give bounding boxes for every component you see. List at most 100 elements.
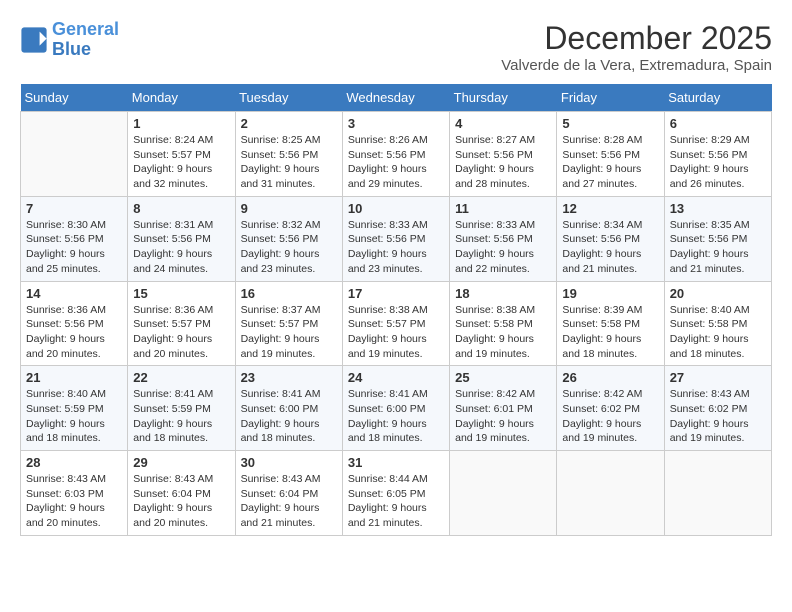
day-info: Sunrise: 8:27 AMSunset: 5:56 PMDaylight:… <box>455 133 551 192</box>
day-info: Sunrise: 8:30 AMSunset: 5:56 PMDaylight:… <box>26 218 122 277</box>
title-block: December 2025 Valverde de la Vera, Extre… <box>501 20 772 74</box>
calendar-cell: 4 Sunrise: 8:27 AMSunset: 5:56 PMDaylight… <box>450 112 557 197</box>
calendar-cell: 10 Sunrise: 8:33 AMSunset: 5:56 PMDayligh… <box>342 196 449 281</box>
day-info: Sunrise: 8:29 AMSunset: 5:56 PMDaylight:… <box>670 133 766 192</box>
day-number: 10 <box>348 201 444 216</box>
day-number: 28 <box>26 455 122 470</box>
day-number: 20 <box>670 286 766 301</box>
calendar-cell: 9Sunrise: 8:32 AMSunset: 5:56 PMDaylight… <box>235 196 342 281</box>
weekday-header-cell: Friday <box>557 84 664 112</box>
month-year-title: December 2025 <box>501 20 772 57</box>
logo-icon <box>20 26 48 54</box>
day-number: 22 <box>133 370 229 385</box>
day-info: Sunrise: 8:25 AMSunset: 5:56 PMDaylight:… <box>241 133 337 192</box>
day-number: 14 <box>26 286 122 301</box>
calendar-cell: 27 Sunrise: 8:43 AMSunset: 6:02 PMDayligh… <box>664 366 771 451</box>
weekday-header-row: SundayMondayTuesdayWednesdayThursdayFrid… <box>21 84 772 112</box>
day-info: Sunrise: 8:38 AMSunset: 5:58 PMDaylight:… <box>455 303 551 362</box>
day-number: 23 <box>241 370 337 385</box>
day-number: 13 <box>670 201 766 216</box>
weekday-header-cell: Sunday <box>21 84 128 112</box>
calendar-cell: 18 Sunrise: 8:38 AMSunset: 5:58 PMDayligh… <box>450 281 557 366</box>
day-number: 15 <box>133 286 229 301</box>
day-info: Sunrise: 8:28 AMSunset: 5:56 PMDaylight:… <box>562 133 658 192</box>
day-info: Sunrise: 8:37 AMSunset: 5:57 PMDaylight:… <box>241 303 337 362</box>
calendar-cell <box>21 112 128 197</box>
day-info: Sunrise: 8:26 AMSunset: 5:56 PMDaylight:… <box>348 133 444 192</box>
day-info: Sunrise: 8:36 AMSunset: 5:56 PMDaylight:… <box>26 303 122 362</box>
calendar-cell: 30 Sunrise: 8:43 AMSunset: 6:04 PMDayligh… <box>235 451 342 536</box>
day-info: Sunrise: 8:41 AMSunset: 6:00 PMDaylight:… <box>241 387 337 446</box>
day-number: 2 <box>241 116 337 131</box>
calendar-week-row: 1 Sunrise: 8:24 AMSunset: 5:57 PMDaylight… <box>21 112 772 197</box>
calendar-cell: 28 Sunrise: 8:43 AMSunset: 6:03 PMDayligh… <box>21 451 128 536</box>
day-info: Sunrise: 8:40 AMSunset: 5:58 PMDaylight:… <box>670 303 766 362</box>
calendar-cell: 16 Sunrise: 8:37 AMSunset: 5:57 PMDayligh… <box>235 281 342 366</box>
calendar-week-row: 7 Sunrise: 8:30 AMSunset: 5:56 PMDaylight… <box>21 196 772 281</box>
logo-text: General Blue <box>52 20 119 60</box>
calendar-week-row: 28 Sunrise: 8:43 AMSunset: 6:03 PMDayligh… <box>21 451 772 536</box>
day-info: Sunrise: 8:34 AMSunset: 5:56 PMDaylight:… <box>562 218 658 277</box>
weekday-header-cell: Saturday <box>664 84 771 112</box>
calendar-table: SundayMondayTuesdayWednesdayThursdayFrid… <box>20 84 772 536</box>
day-info: Sunrise: 8:43 AMSunset: 6:03 PMDaylight:… <box>26 472 122 531</box>
calendar-cell: 12 Sunrise: 8:34 AMSunset: 5:56 PMDayligh… <box>557 196 664 281</box>
day-number: 11 <box>455 201 551 216</box>
day-info: Sunrise: 8:38 AMSunset: 5:57 PMDaylight:… <box>348 303 444 362</box>
calendar-cell: 24 Sunrise: 8:41 AMSunset: 6:00 PMDayligh… <box>342 366 449 451</box>
day-info: Sunrise: 8:43 AMSunset: 6:04 PMDaylight:… <box>241 472 337 531</box>
day-number: 4 <box>455 116 551 131</box>
day-info: Sunrise: 8:43 AMSunset: 6:02 PMDaylight:… <box>670 387 766 446</box>
day-number: 31 <box>348 455 444 470</box>
calendar-cell: 5 Sunrise: 8:28 AMSunset: 5:56 PMDaylight… <box>557 112 664 197</box>
day-number: 30 <box>241 455 337 470</box>
day-number: 18 <box>455 286 551 301</box>
day-info: Sunrise: 8:33 AMSunset: 5:56 PMDaylight:… <box>348 218 444 277</box>
day-number: 19 <box>562 286 658 301</box>
calendar-cell: 29 Sunrise: 8:43 AMSunset: 6:04 PMDayligh… <box>128 451 235 536</box>
day-number: 21 <box>26 370 122 385</box>
day-number: 26 <box>562 370 658 385</box>
day-info: Sunrise: 8:41 AMSunset: 5:59 PMDaylight:… <box>133 387 229 446</box>
calendar-cell <box>450 451 557 536</box>
day-number: 27 <box>670 370 766 385</box>
day-info: Sunrise: 8:36 AMSunset: 5:57 PMDaylight:… <box>133 303 229 362</box>
day-info: Sunrise: 8:40 AMSunset: 5:59 PMDaylight:… <box>26 387 122 446</box>
day-info: Sunrise: 8:41 AMSunset: 6:00 PMDaylight:… <box>348 387 444 446</box>
calendar-cell: 20 Sunrise: 8:40 AMSunset: 5:58 PMDayligh… <box>664 281 771 366</box>
day-number: 12 <box>562 201 658 216</box>
calendar-cell: 21 Sunrise: 8:40 AMSunset: 5:59 PMDayligh… <box>21 366 128 451</box>
day-number: 16 <box>241 286 337 301</box>
day-number: 6 <box>670 116 766 131</box>
day-info: Sunrise: 8:32 AMSunset: 5:56 PMDaylight:… <box>241 218 337 277</box>
day-info: Sunrise: 8:43 AMSunset: 6:04 PMDaylight:… <box>133 472 229 531</box>
calendar-cell: 7 Sunrise: 8:30 AMSunset: 5:56 PMDaylight… <box>21 196 128 281</box>
calendar-cell: 3Sunrise: 8:26 AMSunset: 5:56 PMDaylight… <box>342 112 449 197</box>
day-info: Sunrise: 8:31 AMSunset: 5:56 PMDaylight:… <box>133 218 229 277</box>
calendar-cell: 22 Sunrise: 8:41 AMSunset: 5:59 PMDayligh… <box>128 366 235 451</box>
calendar-cell: 15 Sunrise: 8:36 AMSunset: 5:57 PMDayligh… <box>128 281 235 366</box>
calendar-cell: 6 Sunrise: 8:29 AMSunset: 5:56 PMDaylight… <box>664 112 771 197</box>
calendar-cell: 2 Sunrise: 8:25 AMSunset: 5:56 PMDaylight… <box>235 112 342 197</box>
day-info: Sunrise: 8:24 AMSunset: 5:57 PMDaylight:… <box>133 133 229 192</box>
calendar-cell: 11Sunrise: 8:33 AMSunset: 5:56 PMDayligh… <box>450 196 557 281</box>
day-number: 1 <box>133 116 229 131</box>
day-number: 24 <box>348 370 444 385</box>
day-number: 5 <box>562 116 658 131</box>
calendar-body: 1 Sunrise: 8:24 AMSunset: 5:57 PMDaylight… <box>21 112 772 536</box>
page-header: General Blue December 2025 Valverde de l… <box>20 20 772 74</box>
weekday-header-cell: Thursday <box>450 84 557 112</box>
day-number: 7 <box>26 201 122 216</box>
calendar-cell: 17Sunrise: 8:38 AMSunset: 5:57 PMDayligh… <box>342 281 449 366</box>
weekday-header-cell: Wednesday <box>342 84 449 112</box>
day-info: Sunrise: 8:42 AMSunset: 6:02 PMDaylight:… <box>562 387 658 446</box>
weekday-header-cell: Tuesday <box>235 84 342 112</box>
day-number: 29 <box>133 455 229 470</box>
calendar-cell: 23 Sunrise: 8:41 AMSunset: 6:00 PMDayligh… <box>235 366 342 451</box>
calendar-cell: 1 Sunrise: 8:24 AMSunset: 5:57 PMDaylight… <box>128 112 235 197</box>
calendar-cell: 14 Sunrise: 8:36 AMSunset: 5:56 PMDayligh… <box>21 281 128 366</box>
day-info: Sunrise: 8:44 AMSunset: 6:05 PMDaylight:… <box>348 472 444 531</box>
weekday-header-cell: Monday <box>128 84 235 112</box>
calendar-cell <box>664 451 771 536</box>
location-subtitle: Valverde de la Vera, Extremadura, Spain <box>501 57 772 74</box>
